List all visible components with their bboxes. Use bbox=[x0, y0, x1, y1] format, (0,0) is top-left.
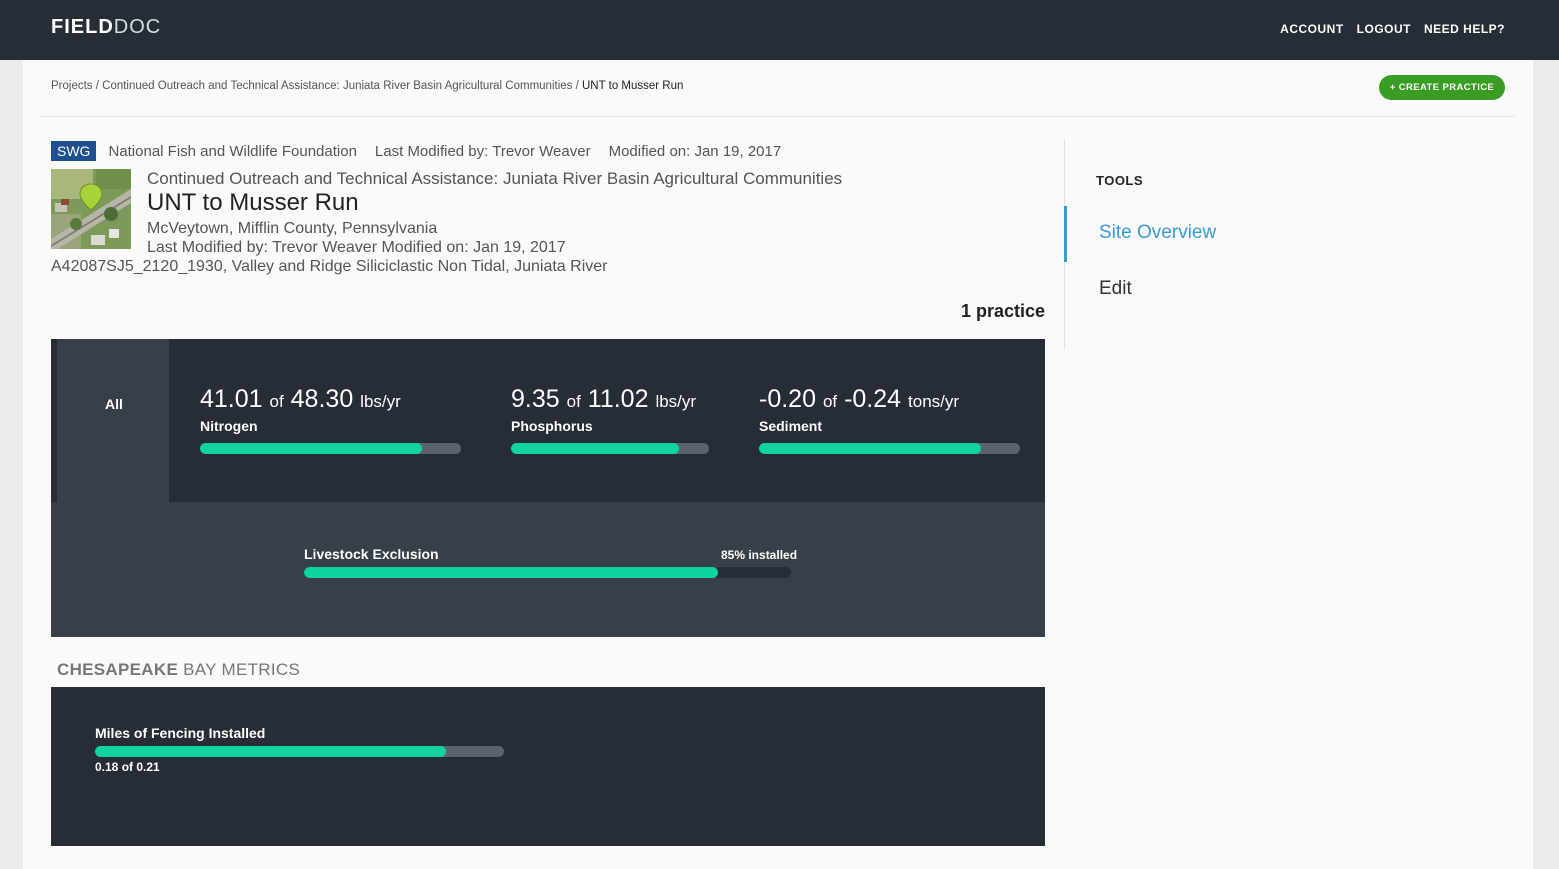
sidebar-item-edit[interactable]: Edit bbox=[1099, 278, 1132, 300]
nitrogen-total: 48.30 bbox=[290, 385, 354, 413]
fencing-value: 0.18 of 0.21 bbox=[95, 760, 160, 774]
chesapeake-metrics-heading: CHESAPEAKE BAY METRICS bbox=[57, 660, 300, 680]
sediment-label: Sediment bbox=[759, 418, 823, 434]
account-link[interactable]: ACCOUNT bbox=[1280, 22, 1344, 36]
sediment-progress-bar bbox=[759, 443, 1020, 454]
phosphorus-progress-bar bbox=[511, 443, 709, 454]
logo-light: DOC bbox=[113, 16, 162, 38]
practice-progress-bar bbox=[304, 567, 791, 578]
sediment-metric: -0.20 of -0.24 tons/yr Sediment bbox=[759, 385, 959, 434]
organization: National Fish and Wildlife Foundation bbox=[108, 142, 357, 160]
tools-heading: TOOLS bbox=[1096, 173, 1144, 188]
nitrogen-label: Nitrogen bbox=[200, 418, 258, 434]
site-title: UNT to Musser Run bbox=[147, 189, 359, 216]
divider bbox=[41, 116, 1515, 117]
breadcrumb-current: UNT to Musser Run bbox=[582, 80, 684, 92]
sediment-progress-fill bbox=[759, 443, 981, 454]
cbm-title-bold: CHESAPEAKE bbox=[57, 660, 179, 679]
logout-link[interactable]: LOGOUT bbox=[1357, 22, 1411, 36]
fencing-progress-bar bbox=[95, 746, 504, 757]
breadcrumb-projects[interactable]: Projects bbox=[51, 80, 93, 92]
practice-progress-fill bbox=[304, 567, 718, 578]
sediment-total: -0.24 bbox=[844, 385, 902, 413]
of-text: of bbox=[822, 392, 838, 411]
nitrogen-metric: 41.01 of 48.30 lbs/yr Nitrogen bbox=[200, 385, 401, 434]
phosphorus-label: Phosphorus bbox=[511, 418, 593, 434]
site-location: McVeytown, Mifflin County, Pennsylvania bbox=[147, 220, 438, 237]
phosphorus-progress-fill bbox=[511, 443, 679, 454]
chesapeake-metrics-panel: Miles of Fencing Installed 0.18 of 0.21 bbox=[51, 687, 1045, 846]
phosphorus-total: 11.02 bbox=[587, 385, 649, 413]
practice-count: 1 practice bbox=[960, 301, 1045, 321]
breadcrumb: Projects / Continued Outreach and Techni… bbox=[51, 80, 683, 92]
site-last-modified: Last Modified by: Trevor Weaver Modified… bbox=[147, 239, 566, 256]
nitrogen-unit: lbs/yr bbox=[360, 392, 401, 411]
nitrogen-progress-bar bbox=[200, 443, 461, 454]
sediment-unit: tons/yr bbox=[908, 392, 960, 411]
modified-on: Modified on: Jan 19, 2017 bbox=[608, 142, 782, 160]
top-nav: ACCOUNT LOGOUT NEED HELP? bbox=[1280, 22, 1505, 36]
fencing-label: Miles of Fencing Installed bbox=[95, 725, 266, 741]
last-modified-by: Last Modified by: Trevor Weaver bbox=[374, 142, 591, 160]
fielddoc-logo[interactable]: FIELDDOC bbox=[51, 16, 161, 39]
need-help-link[interactable]: NEED HELP? bbox=[1424, 22, 1505, 36]
sediment-current: -0.20 bbox=[759, 385, 816, 413]
nitrogen-progress-fill bbox=[200, 443, 422, 454]
top-bar: FIELDDOC ACCOUNT LOGOUT NEED HELP? bbox=[0, 0, 1559, 60]
project-name[interactable]: Continued Outreach and Technical Assista… bbox=[147, 169, 842, 189]
page-content: Projects / Continued Outreach and Techni… bbox=[23, 60, 1533, 869]
tab-all-label: All bbox=[105, 396, 123, 412]
active-indicator bbox=[1064, 206, 1067, 262]
cbm-title-rest: BAY METRICS bbox=[178, 660, 301, 679]
create-practice-button[interactable]: + CREATE PRACTICE bbox=[1379, 75, 1505, 100]
phosphorus-metric: 9.35 of 11.02 lbs/yr Phosphorus bbox=[511, 385, 696, 434]
phosphorus-current: 9.35 bbox=[511, 385, 560, 413]
tab-all[interactable]: All bbox=[57, 339, 169, 502]
site-meta-line: SWG National Fish and Wildlife Foundatio… bbox=[51, 140, 781, 162]
breadcrumb-separator: / bbox=[572, 80, 582, 92]
summary-panel: All 41.01 of 48.30 lbs/yr Nitrogen 9.35 … bbox=[51, 339, 1045, 637]
phosphorus-unit: lbs/yr bbox=[655, 392, 697, 411]
map-pin-icon bbox=[79, 183, 103, 211]
logo-bold: FIELD bbox=[51, 16, 114, 38]
practice-name[interactable]: Livestock Exclusion bbox=[304, 546, 439, 562]
of-text: of bbox=[566, 392, 581, 411]
of-text: of bbox=[269, 392, 284, 411]
practice-status: 85% installed bbox=[721, 548, 798, 562]
breadcrumb-project[interactable]: Continued Outreach and Technical Assista… bbox=[102, 80, 572, 92]
site-map-thumbnail[interactable] bbox=[51, 169, 131, 249]
breadcrumb-separator: / bbox=[92, 80, 103, 92]
site-segment: A42087SJ5_2120_1930, Valley and Ridge Si… bbox=[51, 258, 608, 275]
program-badge: SWG bbox=[51, 141, 97, 161]
fencing-progress-fill bbox=[95, 746, 446, 757]
sidebar-item-site-overview[interactable]: Site Overview bbox=[1099, 222, 1216, 244]
nitrogen-current: 41.01 bbox=[200, 385, 263, 413]
